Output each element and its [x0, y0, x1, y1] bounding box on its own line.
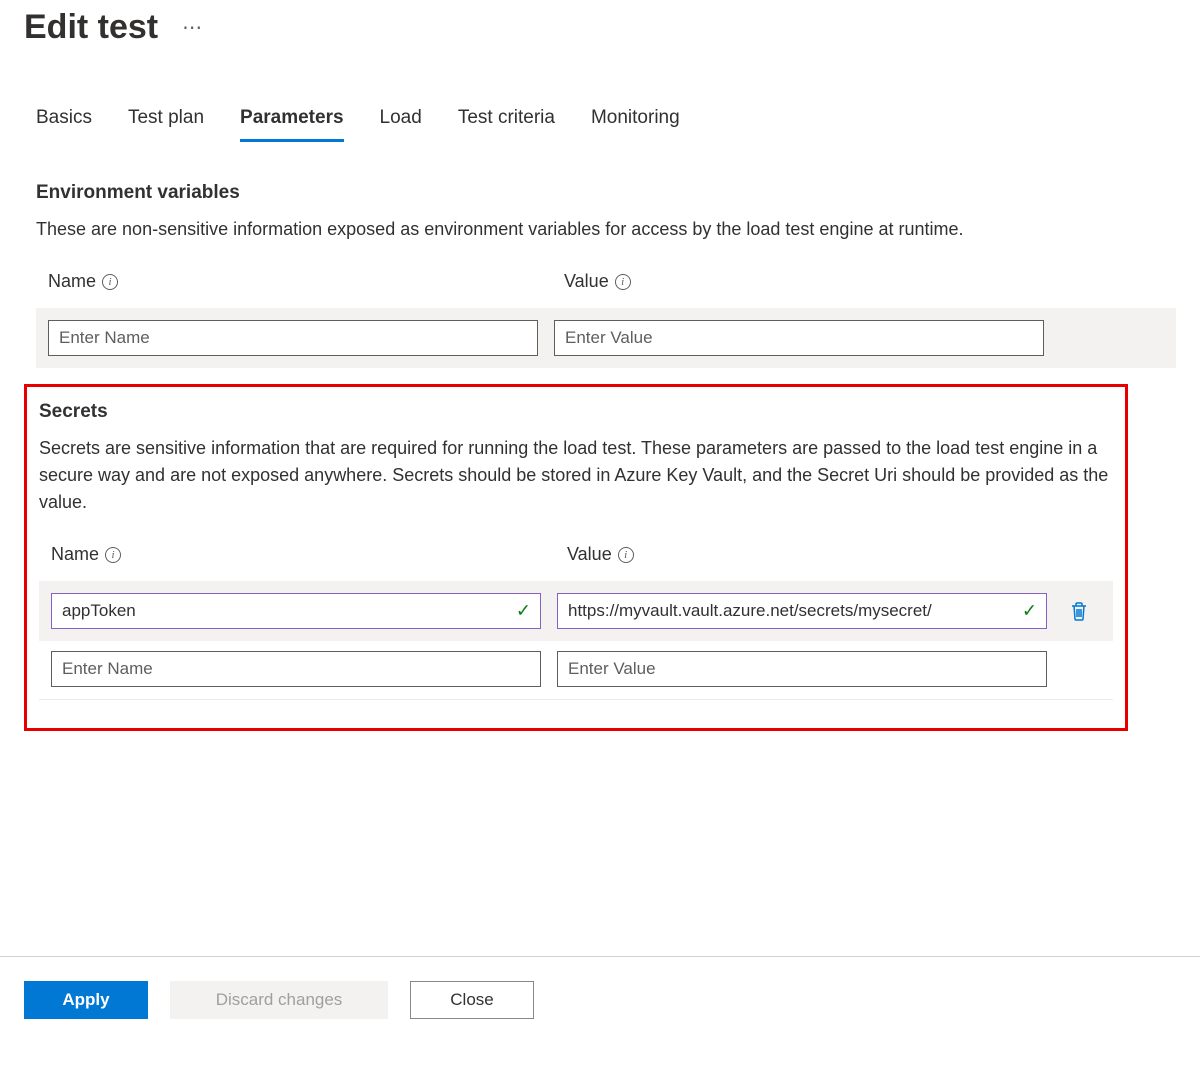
secret-value-input[interactable] — [557, 593, 1047, 629]
tab-basics[interactable]: Basics — [36, 107, 92, 142]
env-name-header-label: Name — [48, 271, 96, 292]
secrets-title: Secrets — [39, 401, 1113, 423]
discard-button[interactable]: Discard changes — [170, 981, 388, 1019]
secret-name-input[interactable] — [51, 593, 541, 629]
secret-row: ✓ ✓ — [39, 581, 1113, 641]
secret-value-input-empty[interactable] — [557, 651, 1047, 687]
secrets-value-header: Value i — [555, 544, 1055, 573]
env-vars-desc: These are non-sensitive information expo… — [36, 216, 1176, 243]
apply-button[interactable]: Apply — [24, 981, 148, 1019]
tab-parameters[interactable]: Parameters — [240, 107, 344, 142]
page-title: Edit test — [24, 8, 158, 47]
tabs-bar: Basics Test plan Parameters Load Test cr… — [24, 107, 1176, 142]
info-icon[interactable]: i — [618, 547, 634, 563]
secrets-name-header-label: Name — [51, 544, 99, 565]
secrets-section: Secrets Secrets are sensitive informatio… — [24, 384, 1128, 731]
tab-test-criteria[interactable]: Test criteria — [458, 107, 555, 142]
info-icon[interactable]: i — [102, 274, 118, 290]
footer: Apply Discard changes Close — [24, 981, 534, 1019]
page-header: Edit test ⋯ — [24, 8, 1176, 47]
footer-divider — [0, 956, 1200, 957]
secrets-name-header: Name i — [39, 544, 539, 573]
secrets-value-header-label: Value — [567, 544, 612, 565]
env-value-header: Value i — [552, 271, 1052, 300]
env-empty-row — [36, 308, 1176, 368]
more-icon[interactable]: ⋯ — [182, 15, 204, 40]
secret-name-input-empty[interactable] — [51, 651, 541, 687]
info-icon[interactable]: i — [105, 547, 121, 563]
secrets-desc: Secrets are sensitive information that a… — [39, 435, 1113, 516]
env-value-input[interactable] — [554, 320, 1044, 356]
env-name-input[interactable] — [48, 320, 538, 356]
env-name-header: Name i — [36, 271, 536, 300]
tab-load[interactable]: Load — [380, 107, 422, 142]
close-button[interactable]: Close — [410, 981, 534, 1019]
env-vars-title: Environment variables — [36, 182, 1176, 204]
delete-secret-button[interactable] — [1063, 601, 1095, 621]
secret-empty-row — [39, 641, 1113, 700]
trash-icon — [1070, 601, 1088, 621]
tab-monitoring[interactable]: Monitoring — [591, 107, 680, 142]
env-value-header-label: Value — [564, 271, 609, 292]
env-vars-section: Environment variables These are non-sens… — [24, 182, 1176, 368]
tab-test-plan[interactable]: Test plan — [128, 107, 204, 142]
info-icon[interactable]: i — [615, 274, 631, 290]
